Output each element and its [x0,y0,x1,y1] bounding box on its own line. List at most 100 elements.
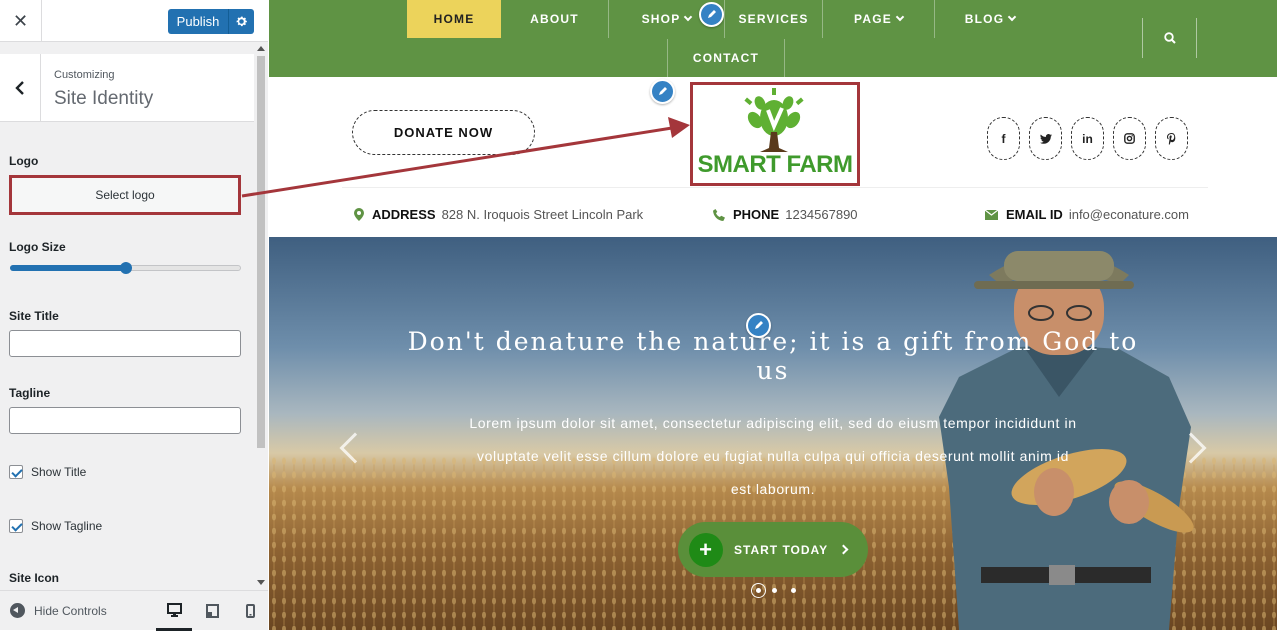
collapse-icon [10,603,25,618]
chevron-down-icon [895,12,905,22]
back-button[interactable] [0,54,41,122]
logo-wordmark: SMART FARM [697,151,853,178]
address-key: ADDRESS [372,207,436,222]
slider-dot[interactable] [791,588,796,593]
chevron-down-icon [684,12,693,22]
edit-shortcut-hero[interactable] [746,313,771,338]
linkedin-button[interactable]: in [1071,117,1104,160]
close-icon: ✕ [12,10,29,31]
preview-desktop-button[interactable] [156,591,192,631]
customizer-sidebar: ✕ Publish Customizing Site Identity Logo… [0,0,268,631]
edit-shortcut-nav[interactable] [699,2,724,27]
tagline-input[interactable] [9,407,241,434]
customizer-controls[interactable]: Customizing Site Identity Logo Select lo… [0,42,254,590]
chevron-right-icon [838,544,849,555]
email-info: EMAIL ID info@econature.com [985,207,1189,222]
site-logo[interactable]: SMART FARM [690,82,860,186]
desktop-icon [166,602,182,617]
linkedin-icon: in [1082,131,1093,146]
scroll-up-icon[interactable] [257,46,265,51]
pencil-icon [708,10,716,18]
preview-mobile-button[interactable] [232,591,268,631]
sidebar-scrollbar[interactable] [254,42,268,590]
nav-label: HOME [433,12,475,26]
section-kicker: Customizing [54,69,115,81]
map-marker-icon [354,208,364,221]
chevron-down-icon [1007,12,1017,22]
hero-heading: Don't denature the nature; it is a gift … [407,327,1139,385]
address-info: ADDRESS 828 N. Iroquois Street Lincoln P… [354,207,643,222]
customizer-footer: Hide Controls [0,590,268,631]
pencil-icon [659,87,667,95]
nav-item-services[interactable]: SERVICES [725,0,823,38]
phone-info: PHONE 1234567890 [713,207,858,222]
section-header: Customizing Site Identity [0,54,254,122]
nav-item-home[interactable]: HOME [407,0,501,38]
twitter-button[interactable] [1029,117,1062,160]
pencil-icon [755,321,763,329]
show-tagline-checkbox[interactable] [9,519,23,533]
slider-dot[interactable] [772,588,777,593]
nav-label: ABOUT [530,12,579,26]
hide-controls-button[interactable]: Hide Controls [10,603,107,618]
edit-shortcut-logo[interactable] [650,79,675,104]
show-title-row[interactable]: Show Title [9,465,86,479]
show-title-checkbox[interactable] [9,465,23,479]
show-tagline-row[interactable]: Show Tagline [9,519,102,533]
logo-size-slider-handle[interactable] [119,262,132,274]
start-today-button[interactable]: + START TODAY [678,522,868,577]
nav-label: CONTACT [692,51,760,65]
slider-dot-active[interactable] [751,583,766,598]
scrollbar-thumb[interactable] [257,56,265,448]
address-value: 828 N. Iroquois Street Lincoln Park [441,207,644,222]
site-title-label: Site Title [9,309,59,323]
nav-item-about[interactable]: ABOUT [501,0,609,38]
pinterest-icon [1167,132,1176,145]
phone-key: PHONE [733,207,780,222]
nav-item-blog[interactable]: BLOG [935,0,1045,38]
nav-label: PAGE [854,12,892,26]
customizer-header: ✕ Publish [0,0,268,42]
main-navigation: HOME ABOUT SHOP SERVICES PAGE BLOG CONTA… [269,0,1277,77]
show-tagline-label: Show Tagline [31,519,103,533]
logo-size-label: Logo Size [9,240,66,254]
section-title: Site Identity [54,88,154,109]
search-icon [1163,32,1176,44]
contact-info-bar: ADDRESS 828 N. Iroquois Street Lincoln P… [342,187,1208,237]
tablet-icon [205,604,219,618]
logo-label: Logo [9,154,39,168]
logo-size-slider-fill [10,265,126,271]
tree-logo-icon [744,88,804,152]
tagline-label: Tagline [9,386,51,400]
chevron-left-icon [15,81,24,95]
gear-icon[interactable] [228,9,254,34]
instagram-button[interactable] [1113,117,1146,160]
pinterest-button[interactable] [1155,117,1188,160]
hero-slider: Don't denature the nature; it is a gift … [269,237,1277,630]
nav-label: SERVICES [738,12,809,26]
site-title-input[interactable] [9,330,241,357]
site-header: DONATE NOW SMART FARM f in ADDRESS 828 N… [269,77,1277,237]
close-customizer-button[interactable]: ✕ [0,0,42,42]
email-value: info@econature.com [1068,207,1189,222]
publish-button[interactable]: Publish [168,9,254,34]
scroll-down-icon[interactable] [257,580,265,585]
nav-label: SHOP [641,12,681,26]
envelope-icon [985,209,998,220]
preview-tablet-button[interactable] [194,591,230,631]
nav-label: BLOG [964,12,1005,26]
phone-icon [713,208,725,221]
site-icon-label: Site Icon [9,571,60,585]
site-preview: HOME ABOUT SHOP SERVICES PAGE BLOG CONTA… [269,0,1277,630]
start-today-label: START TODAY [734,542,829,557]
nav-item-contact[interactable]: CONTACT [667,39,785,77]
logo-annotation-highlight [9,175,241,215]
hide-controls-label: Hide Controls [34,603,107,618]
donate-button[interactable]: DONATE NOW [352,110,535,155]
publish-label: Publish [176,14,220,29]
phone-value: 1234567890 [785,207,858,222]
nav-search-button[interactable] [1142,18,1197,58]
nav-item-page[interactable]: PAGE [823,0,935,38]
facebook-button[interactable]: f [987,117,1020,160]
instagram-icon [1124,133,1135,144]
